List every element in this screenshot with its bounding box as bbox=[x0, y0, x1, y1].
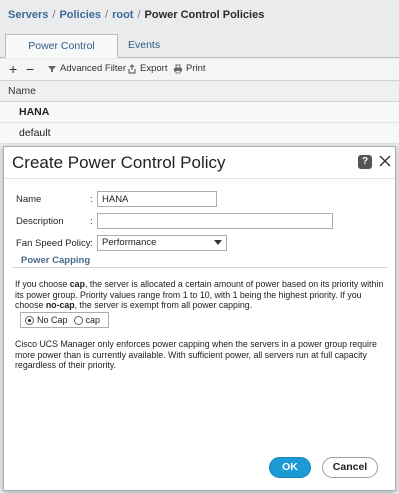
table-row[interactable]: HANA bbox=[0, 102, 399, 123]
create-power-control-policy-dialog: Create Power Control Policy ? Name : Des… bbox=[3, 146, 396, 491]
colon: : bbox=[90, 238, 93, 249]
fan-speed-policy-value: Performance bbox=[102, 237, 157, 248]
help-text-no-cap: no-cap bbox=[45, 300, 75, 310]
no-cap-radio[interactable]: No Cap bbox=[21, 315, 68, 325]
name-input[interactable] bbox=[97, 191, 217, 207]
description-input[interactable] bbox=[97, 213, 333, 229]
export-icon bbox=[128, 63, 136, 74]
breadcrumb-separator: / bbox=[52, 9, 56, 21]
fan-speed-policy-label: Fan Speed Policy bbox=[16, 238, 91, 249]
fan-speed-policy-select[interactable]: Performance bbox=[97, 235, 227, 251]
description-label: Description bbox=[16, 216, 64, 227]
table-row[interactable]: default bbox=[0, 123, 399, 144]
print-button[interactable]: Print bbox=[173, 63, 206, 74]
cap-label: cap bbox=[85, 315, 101, 325]
power-capping-section-title: Power Capping bbox=[21, 255, 91, 266]
power-capping-help-text: If you choose cap, the server is allocat… bbox=[15, 279, 387, 311]
close-icon[interactable] bbox=[377, 152, 393, 170]
advanced-filter-button[interactable]: Advanced Filter bbox=[47, 63, 126, 74]
export-button[interactable]: Export bbox=[127, 63, 167, 74]
breadcrumb: Servers / Policies / root / Power Control Poli… bbox=[8, 9, 264, 21]
help-text-part: If you choose bbox=[15, 279, 70, 289]
chevron-down-icon bbox=[214, 240, 222, 245]
toolbar: + − Advanced Filter Export Print bbox=[0, 59, 399, 81]
cap-radio[interactable]: cap bbox=[68, 315, 101, 325]
add-button[interactable]: + bbox=[9, 61, 17, 77]
radio-unchecked-icon bbox=[73, 315, 83, 325]
advanced-filter-label: Advanced Filter bbox=[60, 63, 127, 74]
breadcrumb-current: Power Control Policies bbox=[144, 9, 265, 21]
tab-bar: Power Control Policies Events bbox=[0, 34, 399, 74]
breadcrumb-servers[interactable]: Servers bbox=[8, 9, 48, 21]
table-header-name[interactable]: Name bbox=[0, 82, 399, 102]
export-label: Export bbox=[140, 63, 168, 74]
dialog-title: Create Power Control Policy bbox=[12, 153, 226, 172]
name-label: Name bbox=[16, 194, 42, 205]
colon: : bbox=[90, 216, 93, 227]
tab-events[interactable]: Events bbox=[118, 34, 170, 58]
filter-icon bbox=[48, 65, 56, 72]
no-cap-label: No Cap bbox=[37, 315, 68, 325]
radio-checked-icon bbox=[25, 315, 34, 325]
printer-icon bbox=[174, 64, 182, 73]
colon: : bbox=[90, 194, 93, 205]
breadcrumb-root[interactable]: root bbox=[112, 9, 133, 21]
help-text-part: , the server is exempt from all power ca… bbox=[74, 300, 253, 310]
print-label: Print bbox=[186, 63, 206, 74]
ok-button[interactable]: OK bbox=[269, 457, 311, 478]
breadcrumb-separator: / bbox=[137, 9, 141, 21]
power-capping-radio-group: No Cap cap bbox=[20, 312, 109, 328]
help-text-cap: cap bbox=[69, 279, 85, 289]
power-capping-note: Cisco UCS Manager only enforces power ca… bbox=[15, 339, 377, 370]
cancel-button[interactable]: Cancel bbox=[322, 457, 378, 478]
remove-button[interactable]: − bbox=[26, 61, 34, 77]
divider bbox=[4, 178, 395, 179]
tab-power-control-policies[interactable]: Power Control Policies bbox=[5, 34, 118, 74]
breadcrumb-separator: / bbox=[105, 9, 109, 21]
breadcrumb-policies[interactable]: Policies bbox=[59, 9, 101, 21]
divider bbox=[12, 267, 388, 268]
help-icon[interactable]: ? bbox=[358, 155, 372, 169]
